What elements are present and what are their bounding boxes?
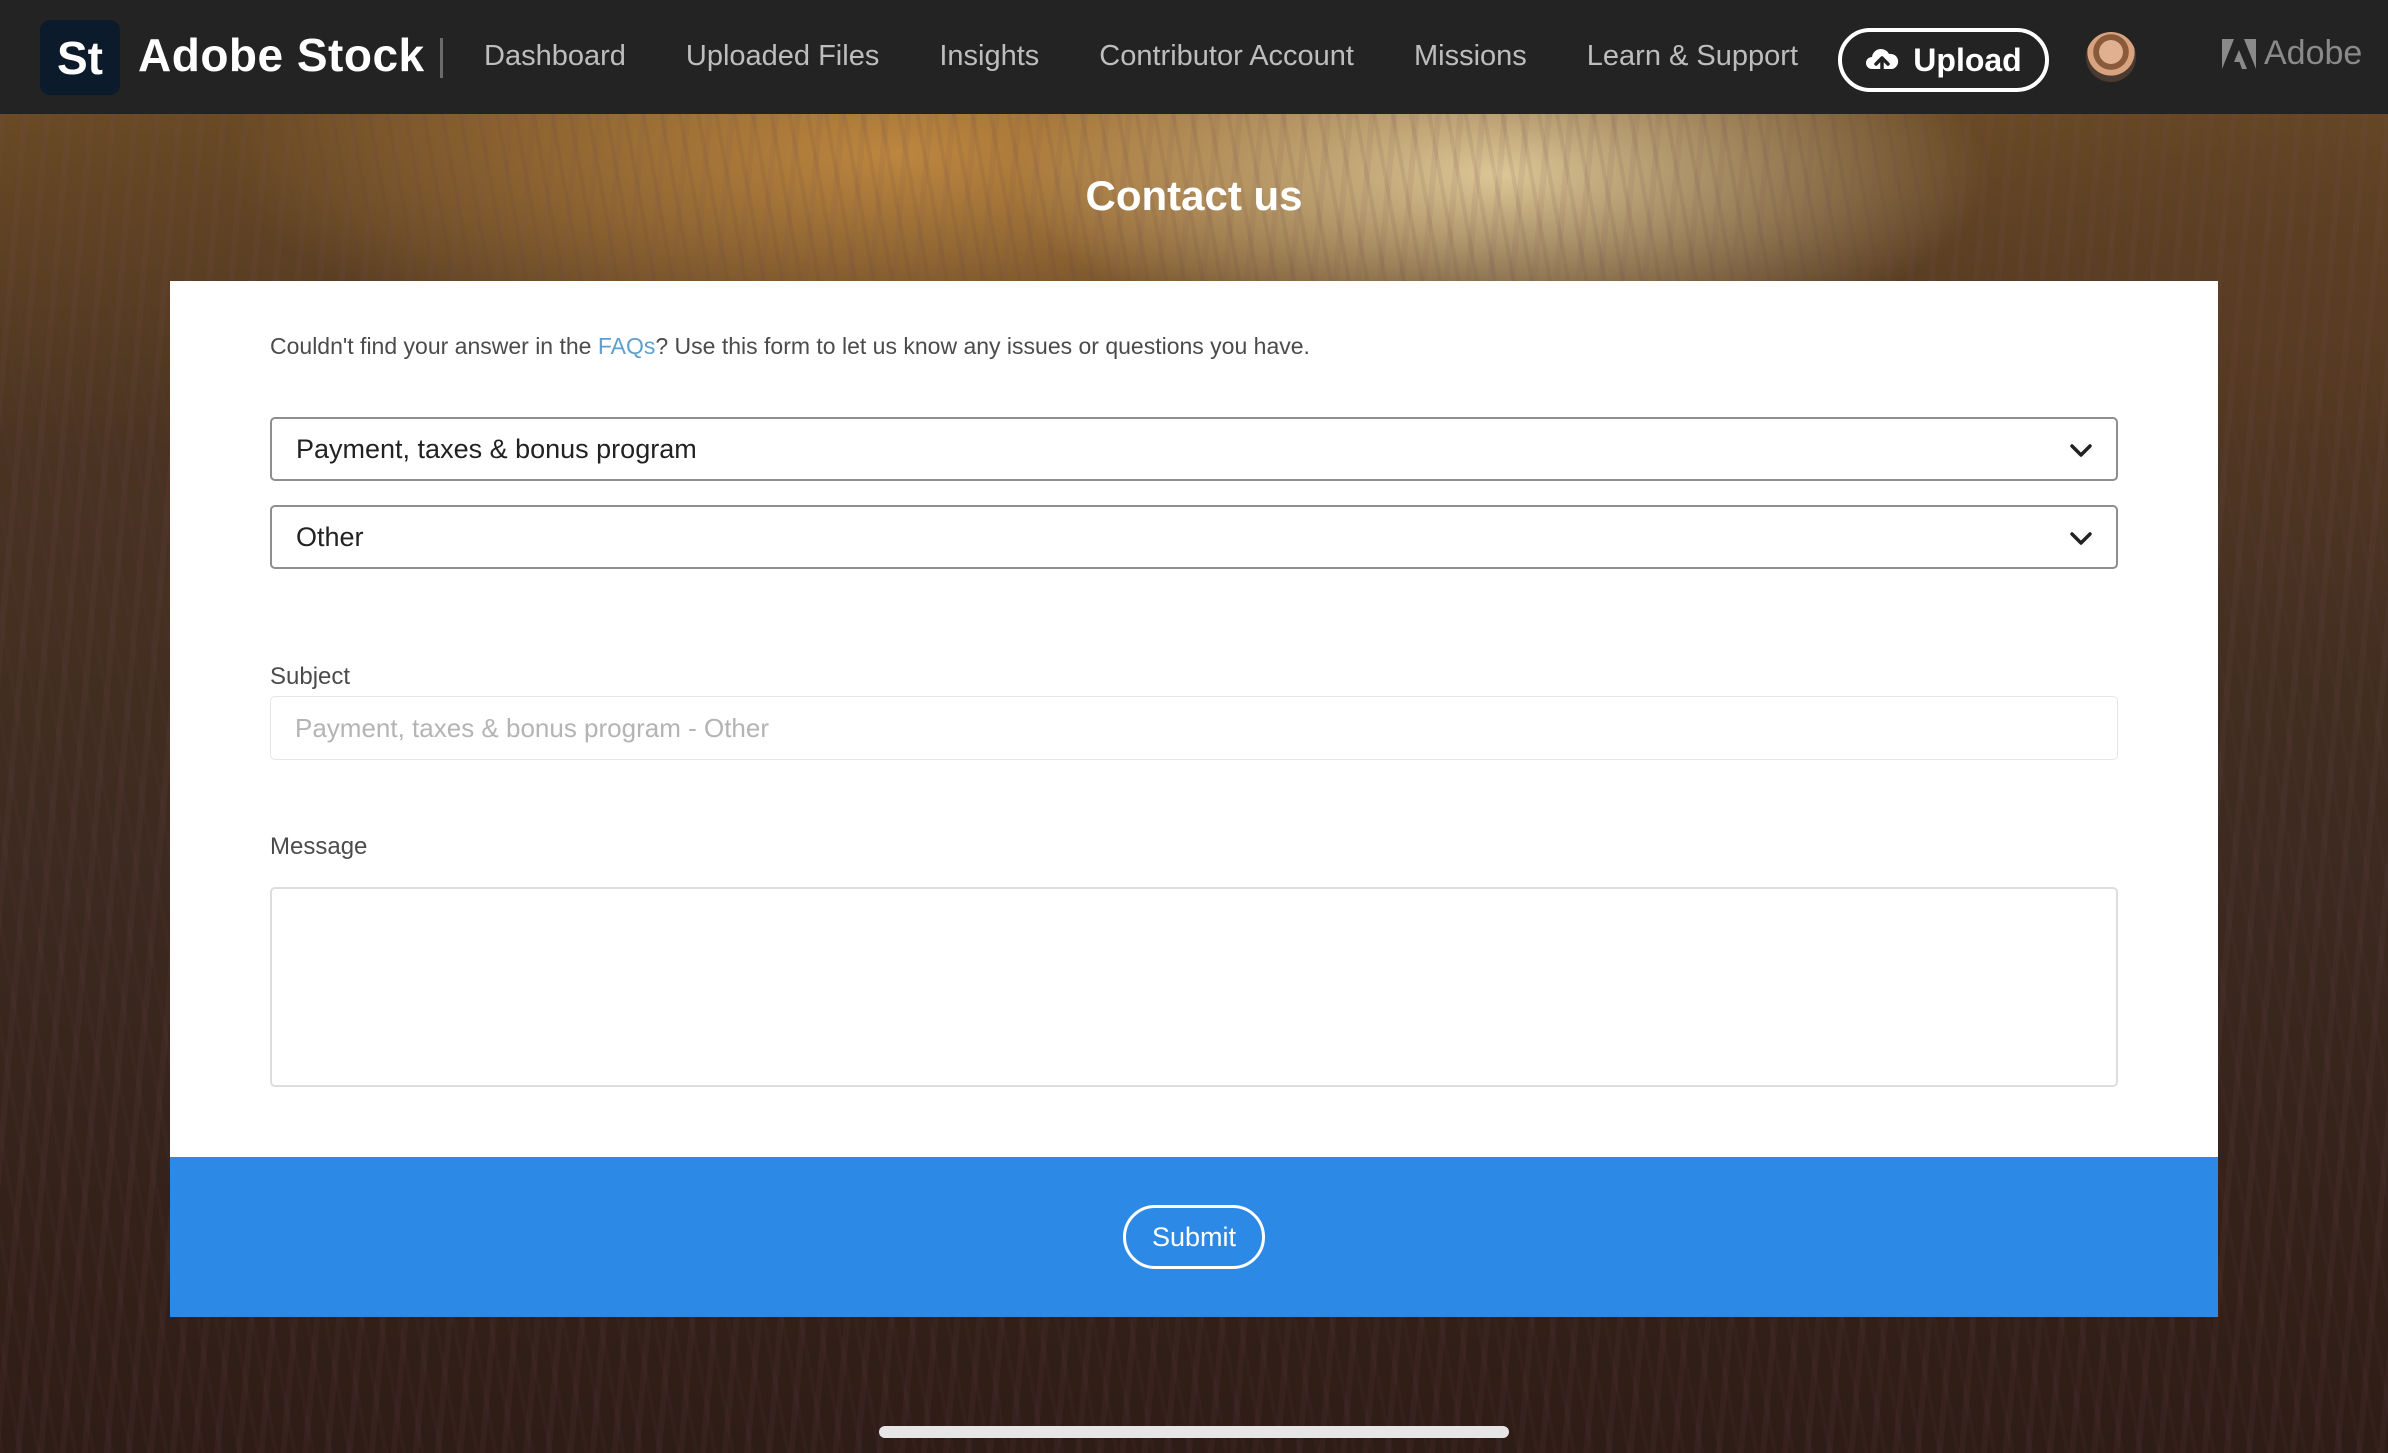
adobe-logo-icon	[2222, 38, 2256, 69]
chevron-down-icon	[2070, 532, 2092, 545]
upload-button-label: Upload	[1913, 41, 2022, 78]
message-textarea[interactable]	[270, 887, 2118, 1087]
subject-label: Subject	[270, 663, 351, 690]
nav-dashboard[interactable]: Dashboard	[484, 40, 626, 73]
category-select-value: Payment, taxes & bonus program	[296, 433, 697, 464]
category-select[interactable]: Payment, taxes & bonus program	[270, 417, 2118, 481]
form-intro-text: Couldn't find your answer in the FAQs? U…	[270, 333, 1310, 360]
intro-text-after: ? Use this form to let us know any issue…	[655, 333, 1310, 359]
top-navigation-bar: St Adobe Stock Dashboard Uploaded Files …	[0, 0, 2388, 114]
message-label: Message	[270, 833, 368, 860]
subcategory-select[interactable]: Other	[270, 505, 2118, 569]
chevron-down-icon	[2070, 444, 2092, 457]
nav-contributor-account[interactable]: Contributor Account	[1099, 40, 1354, 73]
nav-missions[interactable]: Missions	[1414, 40, 1527, 73]
nav-divider	[440, 38, 443, 78]
adobe-logo[interactable]: Adobe	[2222, 34, 2362, 73]
subcategory-select-value: Other	[296, 521, 364, 552]
page-title: Contact us	[1085, 172, 1303, 219]
submit-bar: Submit	[170, 1157, 2218, 1317]
brand-name[interactable]: Adobe Stock	[138, 28, 425, 82]
cloud-upload-icon	[1866, 49, 1899, 75]
subject-input[interactable]	[270, 696, 2118, 760]
main-nav: Dashboard Uploaded Files Insights Contri…	[484, 40, 1798, 73]
submit-button[interactable]: Submit	[1123, 1205, 1265, 1269]
nav-learn-support[interactable]: Learn & Support	[1587, 40, 1798, 73]
user-avatar[interactable]	[2086, 32, 2136, 82]
intro-text-before: Couldn't find your answer in the	[270, 333, 598, 359]
faqs-link[interactable]: FAQs	[598, 333, 656, 359]
nav-uploaded-files[interactable]: Uploaded Files	[686, 40, 879, 73]
home-indicator[interactable]	[879, 1426, 1509, 1438]
nav-insights[interactable]: Insights	[939, 40, 1039, 73]
adobe-logo-text: Adobe	[2264, 34, 2363, 72]
contact-form-card: Couldn't find your answer in the FAQs? U…	[170, 281, 2218, 1158]
upload-button[interactable]: Upload	[1838, 28, 2049, 92]
adobe-stock-logo[interactable]: St	[40, 20, 120, 95]
